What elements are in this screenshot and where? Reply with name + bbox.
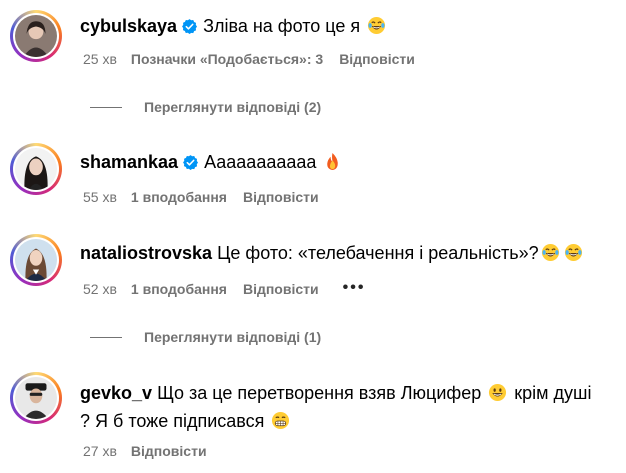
view-replies-label: Переглянути відповіді (1) [144,329,322,345]
fire-emoji-icon [323,152,342,171]
comment-text-line: gevko_v Що за це перетворення взяв Люциф… [80,379,600,435]
view-replies-button[interactable]: Переглянути відповіді (2) [90,97,321,117]
comment-meta: 25 хв Позначки «Подобається»: 3 Відповісти [83,49,431,69]
reply-button[interactable]: Відповісти [131,441,207,461]
reply-button[interactable]: Відповісти [339,49,415,69]
view-replies-button[interactable]: Переглянути відповіді (1) [90,327,321,347]
comment-text-part1: Що за це перетворення взяв Люцифер [157,383,482,403]
comment-meta: 27 хв Відповісти [83,441,223,461]
comment-text: Ааааааааааа [204,152,317,172]
laughing-crying-emoji-icon [367,16,386,35]
divider [90,337,122,338]
verified-badge-icon [182,154,199,171]
timestamp[interactable]: 27 хв [83,441,117,461]
likes-count[interactable]: 1 вподобання [131,279,227,299]
comment-text: Це фото: «телебачення і реальність»? [217,243,539,263]
comment-text-line: nataliostrovska Це фото: «телебачення і … [80,239,616,267]
verified-badge-icon [181,18,198,35]
comment-meta: 52 хв 1 вподобання Відповісти ••• [83,278,365,299]
laughing-crying-emoji-icon [564,243,583,262]
comment-meta: 55 хв 1 вподобання Відповісти [83,187,335,207]
username[interactable]: gevko_v [80,383,152,403]
timestamp[interactable]: 52 хв [83,279,117,299]
grinning-emoji-icon [488,383,507,402]
username[interactable]: shamankaa [80,152,178,172]
likes-count[interactable]: 1 вподобання [131,187,227,207]
comment-text-line: shamankaa Ааааааааааа [80,148,616,176]
username[interactable]: nataliostrovska [80,243,212,263]
reply-button[interactable]: Відповісти [243,279,319,299]
avatar[interactable] [10,143,62,195]
avatar[interactable] [10,234,62,286]
avatar[interactable] [10,372,62,424]
view-replies-label: Переглянути відповіді (2) [144,99,322,115]
more-options-button[interactable]: ••• [343,278,366,298]
username[interactable]: cybulskaya [80,16,177,36]
divider [90,107,122,108]
timestamp[interactable]: 55 хв [83,187,117,207]
avatar[interactable] [10,10,62,62]
comment-text: Зліва на фото це я [203,16,361,36]
likes-count[interactable]: Позначки «Подобається»: 3 [131,49,323,69]
laughing-crying-emoji-icon [541,243,560,262]
grimacing-emoji-icon [271,411,290,430]
comment-text-line: cybulskaya Зліва на фото це я [80,12,616,40]
reply-button[interactable]: Відповісти [243,187,319,207]
timestamp[interactable]: 25 хв [83,49,117,69]
